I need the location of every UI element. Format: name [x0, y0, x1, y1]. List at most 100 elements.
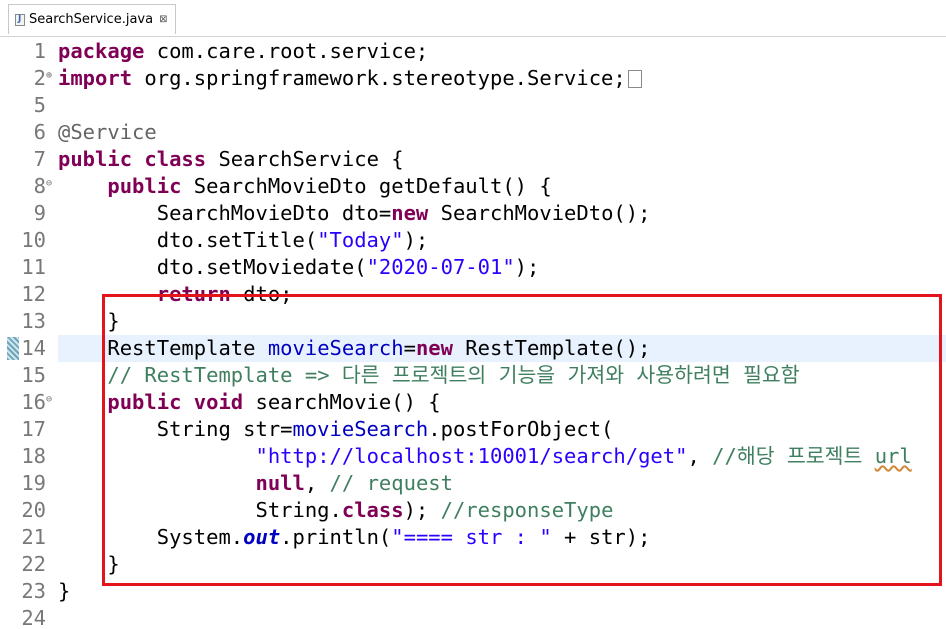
code-line[interactable]: 22 } [0, 551, 946, 578]
collapse-fold-icon[interactable]: ⊖ [46, 389, 56, 411]
code-text: import org.springframework.stereotype.Se… [58, 65, 642, 92]
code-token: // RestTemplate => 다른 프로젝트의 기능을 가져와 사용하려… [107, 363, 800, 387]
line-number: 16 [21, 390, 46, 414]
code-text: // RestTemplate => 다른 프로젝트의 기능을 가져와 사용하려… [58, 362, 800, 389]
code-line[interactable]: 1 package com.care.root.service; [0, 38, 946, 65]
line-number: 20 [21, 498, 46, 522]
code-token: = [403, 336, 416, 360]
collapse-fold-icon[interactable]: ⊖ [46, 173, 56, 195]
code-line[interactable]: 18 "http://localhost:10001/search/get", … [0, 443, 946, 470]
code-line[interactable]: 24 [0, 605, 946, 629]
expand-fold-icon[interactable]: ⊕ [46, 65, 56, 87]
code-token: @Service [58, 120, 157, 144]
code-token: .postForObject( [428, 417, 614, 441]
code-token: out [243, 525, 281, 549]
code-line[interactable]: 7 public class SearchService { [0, 146, 946, 173]
code-token: import [58, 66, 133, 90]
code-line[interactable]: 13 } [0, 308, 946, 335]
code-line[interactable]: 5 [0, 92, 946, 119]
code-line[interactable]: 12 return dto; [0, 281, 946, 308]
code-token: .println( [280, 525, 392, 549]
code-token: org.springframework.stereotype.Service; [132, 66, 626, 90]
code-text: "http://localhost:10001/search/get", //해… [58, 443, 911, 470]
code-token: //해당 프로젝트 [712, 444, 875, 468]
code-text: dto.setTitle("Today"); [58, 227, 429, 254]
code-text: null, // request [58, 470, 452, 497]
code-token: movieSearch [267, 336, 404, 360]
editor-tab-bar: J SearchService.java ⊠ [0, 0, 946, 37]
code-token: , [687, 444, 713, 468]
code-token: "http://localhost:10001/search/get" [255, 444, 688, 468]
line-number: 2 [33, 66, 46, 90]
code-line[interactable]: 14 RestTemplate movieSearch=new RestTemp… [0, 335, 946, 362]
line-number: 9 [33, 201, 46, 225]
code-token: public [107, 174, 182, 198]
code-line[interactable]: 8 ⊖ public SearchMovieDto getDefault() { [0, 173, 946, 200]
tab-searchservice-java[interactable]: J SearchService.java ⊠ [8, 4, 177, 34]
line-number: 11 [21, 255, 46, 279]
line-number: 8 [33, 174, 46, 198]
code-token: ); [514, 255, 540, 279]
line-number: 23 [21, 579, 46, 603]
java-file-icon: J [15, 13, 25, 26]
code-text: String str=movieSearch.postForObject( [58, 416, 614, 443]
code-text: public void searchMovie() { [58, 389, 441, 416]
line-number: 19 [21, 471, 46, 495]
line-number: 7 [33, 147, 46, 171]
code-token: } [58, 309, 120, 333]
code-line[interactable]: 17 String str=movieSearch.postForObject( [0, 416, 946, 443]
code-line[interactable]: 10 dto.setTitle("Today"); [0, 227, 946, 254]
code-line[interactable]: 23} [0, 578, 946, 605]
line-number: 15 [21, 363, 46, 387]
line-number: 1 [33, 39, 46, 63]
code-token: String. [58, 498, 342, 522]
code-text: package com.care.root.service; [58, 38, 428, 65]
code-token: dto.setTitle( [58, 228, 318, 252]
code-token: ); [403, 498, 441, 522]
line-number: 12 [21, 282, 46, 306]
code-text: dto.setMoviedate("2020-07-01"); [58, 254, 540, 281]
code-text: } [58, 551, 120, 578]
code-line[interactable]: 6 @Service [0, 119, 946, 146]
collapsed-code-icon[interactable] [627, 70, 642, 88]
code-line[interactable]: 20 String.class); //responseType [0, 497, 946, 524]
code-text: public class SearchService { [58, 146, 404, 173]
code-token: SearchMovieDto getDefault() { [181, 174, 552, 198]
code-token: "2020-07-01" [366, 255, 515, 279]
code-token: class [144, 147, 207, 171]
code-line[interactable]: 15 // RestTemplate => 다른 프로젝트의 기능을 가져와 사… [0, 362, 946, 389]
code-line[interactable]: 11 dto.setMoviedate("2020-07-01"); [0, 254, 946, 281]
code-token: SearchService { [206, 147, 404, 171]
code-editor[interactable]: 1 package com.care.root.service; 2 ⊕ import … [0, 38, 946, 629]
code-text: } [58, 578, 70, 605]
close-icon[interactable]: ⊠ [159, 14, 167, 25]
code-text: RestTemplate movieSearch=new RestTemplat… [58, 335, 650, 362]
code-token: movieSearch [292, 417, 429, 441]
code-text: return dto; [58, 281, 293, 308]
code-line[interactable]: 9 SearchMovieDto dto=new SearchMovieDto(… [0, 200, 946, 227]
code-token: SearchMovieDto(); [428, 201, 651, 225]
code-token: , [304, 471, 330, 495]
code-token: dto.setMoviedate( [58, 255, 367, 279]
line-number: 6 [33, 120, 46, 144]
code-token: } [58, 552, 120, 576]
line-number: 10 [21, 228, 46, 252]
code-token: ); [403, 228, 429, 252]
line-number: 24 [21, 606, 46, 629]
code-token: searchMovie() { [243, 390, 441, 414]
code-text: System.out.println("==== str : " + str); [58, 524, 651, 551]
code-token: null [255, 471, 305, 495]
code-line[interactable]: 19 null, // request [0, 470, 946, 497]
code-line[interactable]: 21 System.out.println("==== str : " + st… [0, 524, 946, 551]
code-line[interactable]: 16 ⊖ public void searchMovie() { [0, 389, 946, 416]
code-line[interactable]: 2 ⊕ import org.springframework.stereotype.… [0, 65, 946, 92]
code-text: } [58, 308, 120, 335]
line-number: 14 [21, 336, 46, 360]
code-token: "Today" [317, 228, 404, 252]
